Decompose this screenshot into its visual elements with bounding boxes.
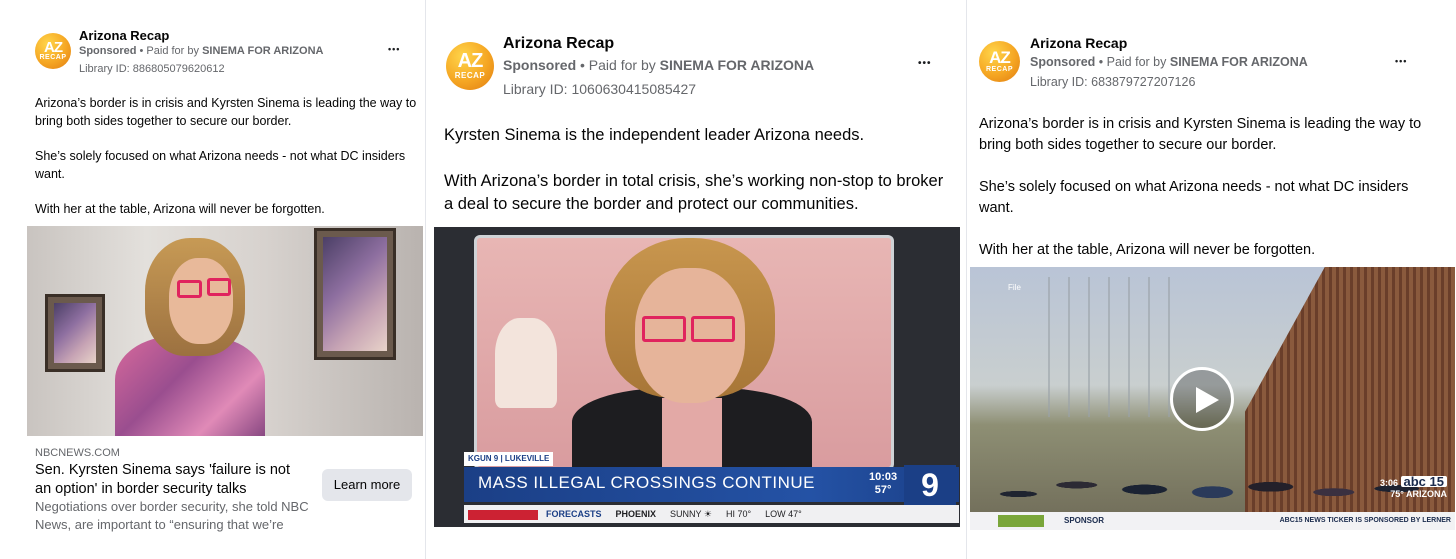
page-avatar[interactable]: AZ RECAP xyxy=(979,41,1020,82)
learn-more-button[interactable]: Learn more xyxy=(322,469,412,501)
page-avatar[interactable]: AZ RECAP xyxy=(35,33,71,69)
person-shirt xyxy=(662,398,722,473)
page-name[interactable]: Arizona Recap xyxy=(1030,35,1127,51)
library-id: Library ID: 886805079620612 xyxy=(79,63,225,75)
body-paragraph: With her at the table, Arizona will neve… xyxy=(35,202,325,216)
news-time: 10:03 57° xyxy=(869,471,898,496)
paid-prefix: • Paid for by xyxy=(1095,55,1170,69)
file-label: File xyxy=(1008,283,1021,292)
library-id: Library ID: 683879727207126 xyxy=(1030,75,1196,89)
glasses xyxy=(177,280,202,298)
glasses xyxy=(691,316,735,342)
ad-body: Kyrsten Sinema is the independent leader… xyxy=(444,124,956,216)
play-icon[interactable] xyxy=(1170,367,1234,431)
paid-by: SINEMA FOR ARIZONA xyxy=(202,45,324,57)
sponsored-line: Sponsored • Paid for by SINEMA FOR ARIZO… xyxy=(503,57,814,73)
library-id: Library ID: 1060630415085427 xyxy=(503,81,697,97)
ad-body: Arizona’s border is in crisis and Kyrste… xyxy=(35,95,420,219)
sponsored-label: Sponsored xyxy=(1030,55,1096,69)
link-description: Negotiations over border security, she t… xyxy=(35,499,309,532)
paid-prefix: • Paid for by xyxy=(136,45,203,57)
body-paragraph: She’s solely focused on what Arizona nee… xyxy=(979,179,1409,216)
news-ticker: FORECASTS PHOENIX SUNNY ☀ HI 70° LOW 47° xyxy=(464,505,959,523)
ad-card-2: AZ RECAP Arizona Recap Sponsored • Paid … xyxy=(425,0,965,559)
page-name[interactable]: Arizona Recap xyxy=(503,35,614,53)
more-options-icon[interactable]: ••• xyxy=(1395,56,1407,66)
link-preview-image[interactable] xyxy=(27,226,423,436)
body-paragraph: Arizona’s border is in crisis and Kyrste… xyxy=(35,96,417,128)
video-frame xyxy=(474,235,894,473)
sponsored-label: Sponsored xyxy=(503,57,577,73)
body-paragraph: She’s solely focused on what Arizona nee… xyxy=(35,149,406,181)
lamp xyxy=(495,318,557,408)
sponsored-line: Sponsored • Paid for by SINEMA FOR ARIZO… xyxy=(1030,55,1308,69)
body-paragraph: With Arizona’s border in total crisis, s… xyxy=(444,172,944,213)
more-options-icon[interactable]: ••• xyxy=(918,58,932,69)
ad-card-1: AZ RECAP Arizona Recap Sponsored • Paid … xyxy=(0,0,425,559)
paid-prefix: • Paid for by xyxy=(576,57,660,73)
glasses xyxy=(642,316,686,342)
ad-card-3: AZ RECAP Arizona Recap Sponsored • Paid … xyxy=(966,0,1456,559)
link-domain: NBCNEWS.COM xyxy=(35,447,120,459)
sponsored-line: Sponsored • Paid for by SINEMA FOR ARIZO… xyxy=(79,45,323,57)
paid-by: SINEMA FOR ARIZONA xyxy=(1169,55,1308,69)
person-face xyxy=(169,258,233,344)
video-player[interactable]: KGUN 9 | LUKEVILLE MASS ILLEGAL CROSSING… xyxy=(434,227,960,527)
wall-painting xyxy=(45,294,105,372)
channel-logo: 9 xyxy=(904,465,956,505)
paid-by: SINEMA FOR ARIZONA xyxy=(659,57,815,73)
link-title[interactable]: Sen. Kyrsten Sinema says 'failure is not… xyxy=(35,461,305,499)
news-location-chip: KGUN 9 | LUKEVILLE xyxy=(464,452,554,466)
news-headline: MASS ILLEGAL CROSSINGS CONTINUE xyxy=(478,473,815,492)
body-paragraph: With her at the table, Arizona will neve… xyxy=(979,242,1316,258)
body-paragraph: Arizona’s border is in crisis and Kyrste… xyxy=(979,116,1422,153)
more-options-icon[interactable]: ••• xyxy=(388,44,400,54)
video-player[interactable]: File 3:06 abc 15 75° ARIZONA SPONSOR ABC… xyxy=(970,267,1455,530)
page-name[interactable]: Arizona Recap xyxy=(79,28,169,43)
sponsor-logo xyxy=(998,515,1044,527)
news-ticker: SPONSOR ABC15 NEWS TICKER IS SPONSORED B… xyxy=(970,512,1455,530)
wall-painting xyxy=(314,228,396,360)
sponsored-label: Sponsored xyxy=(79,45,137,57)
channel-logo: 3:06 abc 15 75° ARIZONA xyxy=(1379,474,1447,499)
glasses xyxy=(207,278,231,296)
ad-body: Arizona’s border is in crisis and Kyrste… xyxy=(979,114,1444,261)
light-poles xyxy=(1030,277,1170,417)
page-avatar[interactable]: AZ RECAP xyxy=(446,42,494,90)
body-paragraph: Kyrsten Sinema is the independent leader… xyxy=(444,126,865,144)
